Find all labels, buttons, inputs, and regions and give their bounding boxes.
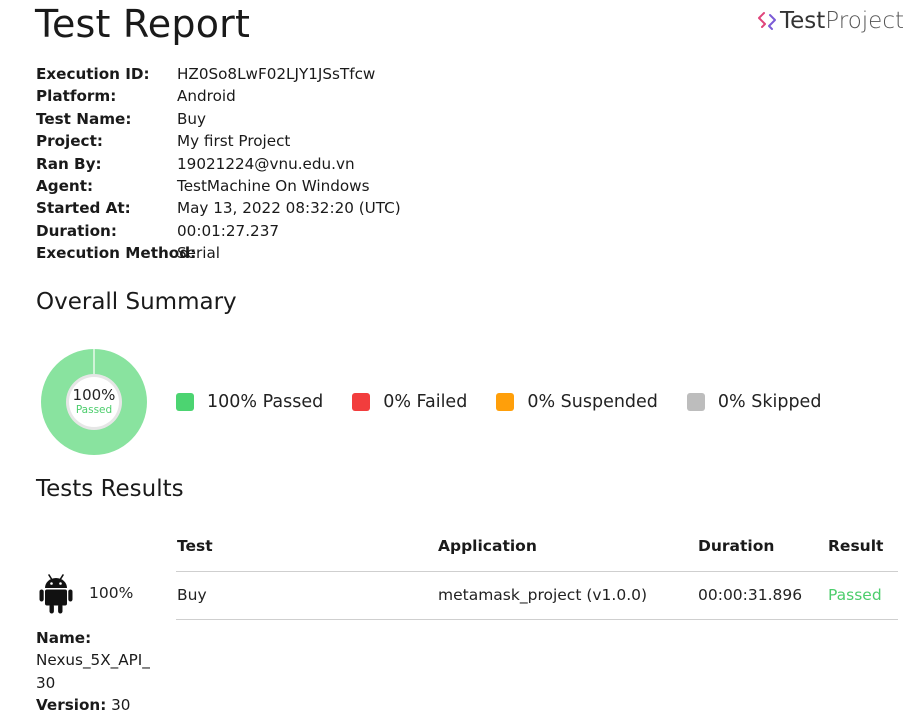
page-title: Test Report — [35, 2, 251, 46]
table-row-divider — [176, 619, 898, 620]
detail-value: Android — [177, 87, 236, 106]
execution-details: Execution ID: HZ0So8LwF02LJY1JSsTfcw Plat… — [36, 63, 401, 265]
android-icon — [39, 574, 73, 614]
detail-label: Agent: — [36, 177, 94, 196]
legend-item-suspended: 0% Suspended — [496, 392, 658, 412]
device-name-label: Name: — [36, 629, 92, 647]
legend-label: 0% Suspended — [527, 392, 658, 412]
legend-swatch — [686, 393, 705, 411]
detail-row: Platform: Android — [36, 85, 401, 107]
donut-status: Passed — [75, 404, 113, 416]
detail-value: Buy — [177, 109, 207, 128]
legend-swatch — [176, 393, 194, 411]
cell-duration: 00:00:31.896 — [698, 586, 803, 604]
detail-label: Project: — [36, 132, 103, 151]
detail-label: Ran By: — [36, 154, 102, 173]
detail-value: 00:01:27.237 — [177, 221, 280, 240]
detail-label: Started At: — [36, 199, 131, 218]
column-header-test: Test — [177, 537, 213, 555]
donut-percent: 100% — [72, 386, 116, 404]
tests-results-heading: Tests Results — [36, 476, 184, 502]
donut-center-label: 100% Passed — [40, 348, 148, 456]
column-header-result: Result — [828, 537, 884, 555]
detail-label: Execution Method: — [36, 244, 197, 263]
summary-legend: 100% Passed 0% Failed 0% Suspended 0% Sk… — [176, 392, 850, 412]
detail-value: TestMachine On Windows — [177, 177, 370, 196]
device-pass-percent: 100% — [89, 584, 134, 602]
table-header-divider — [176, 571, 898, 572]
device-version-value: 30 — [106, 696, 131, 715]
detail-label: Platform: — [36, 87, 117, 106]
detail-label: Duration: — [36, 221, 117, 240]
legend-item-skipped: 0% Skipped — [686, 392, 822, 412]
detail-row: Started At: May 13, 2022 08:32:20 (UTC) — [36, 197, 401, 219]
detail-value: 19021224@vnu.edu.vn — [177, 154, 355, 173]
device-name-line-1: Nexus_5X_API_ — [36, 651, 150, 670]
cell-result-status: Passed — [828, 586, 882, 604]
detail-row: Execution ID: HZ0So8LwF02LJY1JSsTfcw — [36, 63, 401, 85]
detail-row: Duration: 00:01:27.237 — [36, 220, 401, 242]
detail-row: Ran By: 19021224@vnu.edu.vn — [36, 153, 401, 175]
legend-item-failed: 0% Failed — [352, 392, 467, 412]
detail-value: HZ0So8LwF02LJY1JSsTfcw — [177, 65, 376, 83]
legend-item-passed: 100% Passed — [176, 392, 323, 412]
detail-row: Project: My first Project — [36, 130, 401, 152]
detail-label: Test Name: — [36, 109, 132, 128]
legend-label: 0% Skipped — [717, 392, 822, 412]
testproject-logo-icon — [758, 12, 776, 30]
column-header-duration: Duration — [698, 537, 775, 555]
device-name-line-2: 30 — [36, 673, 56, 692]
overall-summary-heading: Overall Summary — [36, 289, 237, 315]
cell-test-name: Buy — [177, 586, 207, 604]
detail-value: My first Project — [177, 132, 291, 151]
device-info: Name: Nexus_5X_API_ 30 Version: 30 — [36, 627, 176, 717]
cell-application: metamask_project (v1.0.0) — [438, 586, 648, 604]
device-version-label: Version: — [36, 696, 107, 715]
legend-label: 100% Passed — [207, 392, 324, 412]
detail-row: Test Name: Buy — [36, 108, 401, 130]
legend-swatch — [496, 393, 515, 411]
testproject-logo: TestProject — [757, 8, 904, 34]
detail-value: May 13, 2022 08:32:20 (UTC) — [177, 199, 401, 218]
detail-value: Serial — [177, 244, 220, 263]
brand-bold: Test — [780, 8, 826, 34]
column-header-application: Application — [438, 537, 537, 555]
legend-swatch — [352, 393, 371, 411]
device-version: Version: 30 — [36, 694, 176, 716]
legend-label: 0% Failed — [383, 392, 468, 412]
brand-light: Project — [825, 8, 904, 34]
detail-label: Execution ID: — [36, 65, 150, 83]
detail-row: Agent: TestMachine On Windows — [36, 175, 401, 197]
detail-row: Execution Method: Serial — [36, 242, 401, 264]
